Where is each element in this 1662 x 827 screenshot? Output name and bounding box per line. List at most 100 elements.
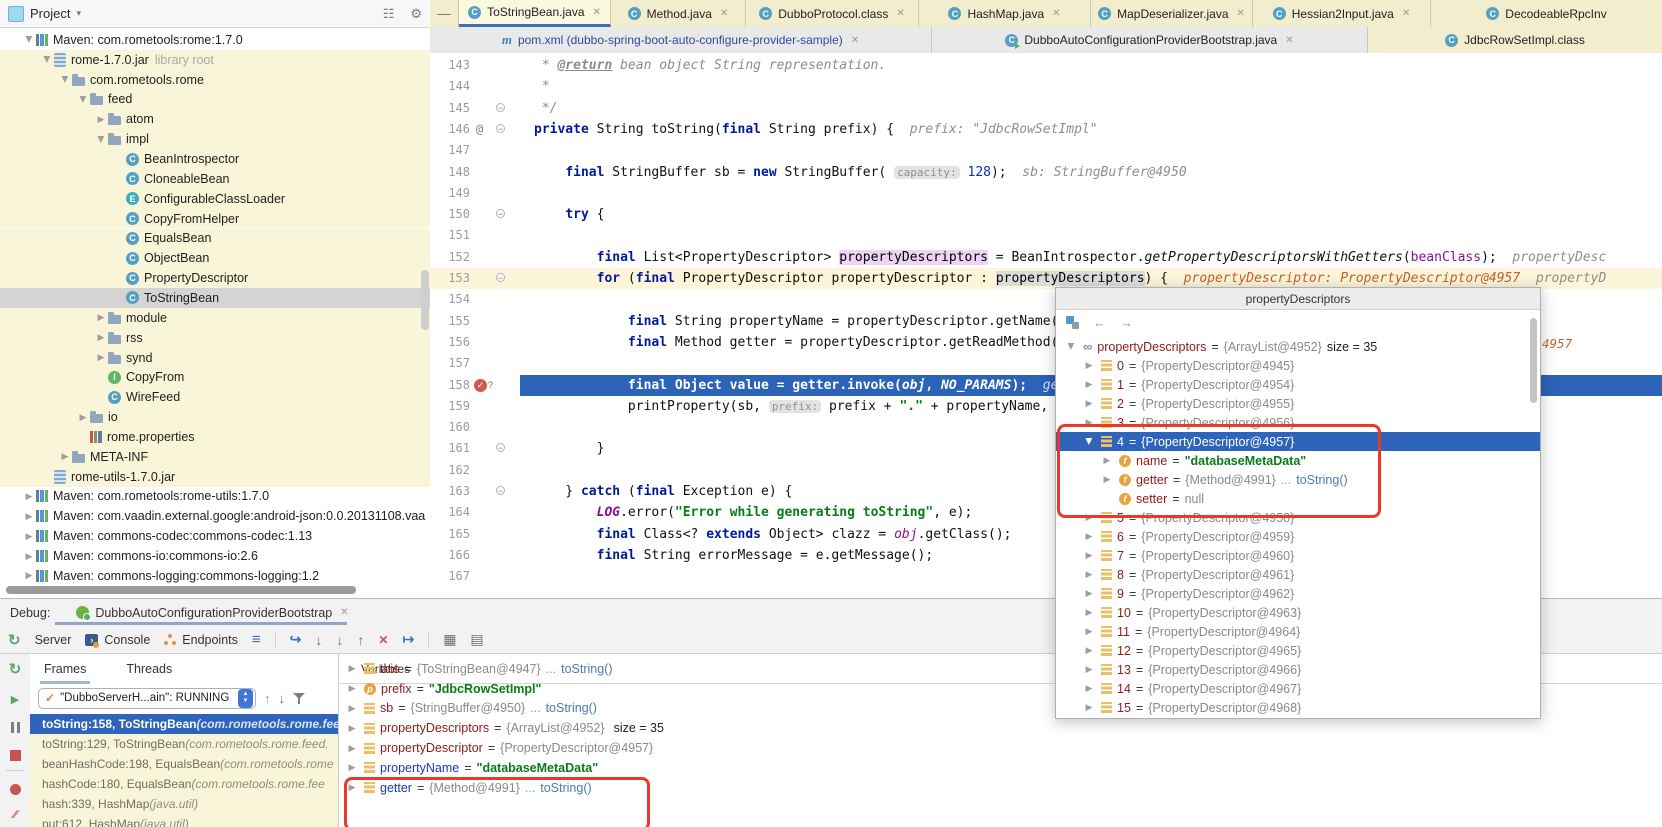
tree-item-copyfromhelper[interactable]: CCopyFromHelper (0, 209, 430, 229)
jump-to-source-icon[interactable] (1066, 316, 1079, 329)
breakpoint-icon[interactable]: ✓ (474, 379, 487, 392)
variable-row-propertydescriptor[interactable]: ▶propertyDescriptor={PropertyDescriptor@… (339, 738, 1662, 758)
popup-item-2[interactable]: ▶2={PropertyDescriptor@4955} (1056, 394, 1540, 413)
popup-child-setter[interactable]: fsetter=null (1056, 489, 1540, 508)
tree-item-maven-com-vaadin-external-google-android-json-0-0-20131108-vaa[interactable]: ▶Maven: com.vaadin.external.google:andro… (0, 506, 430, 526)
tree-item-maven-commons-codec-commons-codec-1-13[interactable]: ▶Maven: commons-codec:commons-codec:1.13 (0, 526, 430, 546)
expand-arrow-icon[interactable]: ▶ (1082, 550, 1096, 561)
tostring-link[interactable]: toString() (1296, 473, 1347, 487)
tostring-link[interactable]: toString() (561, 662, 612, 676)
chevron-down-icon[interactable]: ▾ (76, 8, 81, 19)
expand-arrow-icon[interactable]: ▶ (1082, 664, 1096, 675)
expand-arrow-icon[interactable]: ▶ (1082, 702, 1096, 713)
expand-arrow-icon[interactable]: ▶ (1082, 607, 1096, 618)
stepOver-icon[interactable]: ↪ (290, 631, 302, 648)
evaluate-icon[interactable]: ▦ (443, 631, 456, 648)
tab-dubboprotocol-class[interactable]: CDubboProtocol.class✕ (746, 0, 919, 27)
close-icon[interactable]: ✕ (851, 35, 859, 46)
tree-item-module[interactable]: ▶module (0, 308, 430, 328)
frame-row-put-612-hashmap[interactable]: put:612, HashMap (java.util) (30, 814, 338, 827)
expand-arrow-icon[interactable]: ▶ (22, 511, 36, 522)
popup-item-3[interactable]: ▶3={PropertyDescriptor@4956} (1056, 413, 1540, 432)
tab-hessian2input-java[interactable]: CHessian2Input.java✕ (1253, 0, 1431, 27)
expand-arrow-icon[interactable]: ▶ (1100, 474, 1114, 485)
fold-icon[interactable]: − (496, 209, 505, 218)
tab-decodeablerpcinv[interactable]: CDecodeableRpcInv (1431, 0, 1662, 27)
frame-row-hashcode-180-equalsbean[interactable]: hashCode:180, EqualsBean (com.rometools.… (30, 774, 338, 794)
code-line-148[interactable]: 148 final StringBuffer sb = new StringBu… (430, 162, 1662, 183)
popup-item-10[interactable]: ▶10={PropertyDescriptor@4963} (1056, 603, 1540, 622)
expand-arrow-icon[interactable]: ▶ (1082, 398, 1096, 409)
close-icon[interactable]: ✕ (340, 607, 348, 618)
expand-arrow-icon[interactable]: ▶ (1082, 645, 1096, 656)
expand-arrow-icon[interactable]: ▶ (345, 663, 359, 674)
variable-row-getter[interactable]: ▶getter={Method@4991}...toString() (339, 778, 1662, 798)
fold-icon[interactable]: − (496, 273, 505, 282)
tree-item-configurableclassloader[interactable]: EConfigurableClassLoader (0, 189, 430, 209)
project-horizontal-scrollbar[interactable] (6, 586, 356, 594)
expand-arrow-icon[interactable]: ▶ (22, 570, 36, 581)
expand-arrow-icon[interactable]: ▶ (22, 551, 36, 562)
code-line-143[interactable]: 143 * @return bean object String represe… (430, 55, 1662, 76)
debug-session-tab[interactable]: DubboAutoConfigurationProviderBootstrap … (76, 606, 348, 620)
forceStepInto-icon[interactable]: ↓ (336, 632, 343, 648)
tree-item-io[interactable]: ▶io (0, 407, 430, 427)
layout-icon[interactable]: ▤ (470, 631, 483, 648)
expand-arrow-icon[interactable]: ▶ (1082, 417, 1096, 428)
collapse-arrow-icon[interactable]: ▶ (24, 33, 35, 47)
tree-item-feed[interactable]: ▶feed (0, 90, 430, 110)
popup-child-name[interactable]: ▶fname="databaseMetaData" (1056, 451, 1540, 470)
thread-dropdown[interactable]: ✓ "DubboServerH...ain": RUNNING ▲▼ (38, 688, 256, 709)
variable-row-propertydescriptors[interactable]: ▶propertyDescriptors={ArrayList@4952}siz… (339, 718, 1662, 738)
frame-row-beanhashcode-198-equalsbean[interactable]: beanHashCode:198, EqualsBean (com.rometo… (30, 754, 338, 774)
tree-item-meta-inf[interactable]: ▶META-INF (0, 447, 430, 467)
frame-row-hash-339-hashmap[interactable]: hash:339, HashMap (java.util) (30, 794, 338, 814)
expand-arrow-icon[interactable]: ▶ (345, 782, 359, 793)
close-icon[interactable]: ✕ (1402, 8, 1410, 19)
tree-item-synd[interactable]: ▶synd (0, 348, 430, 368)
popup-item-0[interactable]: ▶0={PropertyDescriptor@4945} (1056, 356, 1540, 375)
tab-tostringbean-java[interactable]: CToStringBean.java✕ (459, 0, 611, 27)
tree-item-impl[interactable]: ▶impl (0, 129, 430, 149)
tree-item-rome-properties[interactable]: rome.properties (0, 427, 430, 447)
strip-rerun-button[interactable]: ↻ (0, 660, 30, 678)
expand-arrow-icon[interactable]: ▶ (345, 703, 359, 714)
hide-tabs-button[interactable]: — (430, 0, 459, 27)
tree-item-rome-1-7-0-jar[interactable]: ▶rome-1.7.0.jarlibrary root (0, 50, 430, 70)
code-line-144[interactable]: 144 * (430, 76, 1662, 97)
expand-arrow-icon[interactable]: ▶ (94, 312, 108, 323)
expand-arrow-icon[interactable]: ▶ (1082, 683, 1096, 694)
tree-item-propertydescriptor[interactable]: CPropertyDescriptor (0, 268, 430, 288)
tree-item-atom[interactable]: ▶atom (0, 109, 430, 129)
popup-item-12[interactable]: ▶12={PropertyDescriptor@4965} (1056, 641, 1540, 660)
expand-arrow-icon[interactable]: ▶ (94, 114, 108, 125)
expand-arrow-icon[interactable]: ▶ (58, 451, 72, 462)
dropdown-stepper-icon[interactable]: ▲▼ (238, 689, 253, 708)
tab-threads[interactable]: Threads (126, 662, 172, 676)
strip-resume-button[interactable]: ▶ (0, 690, 30, 708)
expand-arrow-icon[interactable]: ▶ (345, 762, 359, 773)
expand-arrow-icon[interactable]: ▶ (1082, 531, 1096, 542)
frame-row-tostring-129-tostringbean[interactable]: toString:129, ToStringBean (com.rometool… (30, 734, 338, 754)
stepInto-icon[interactable]: ↓ (315, 632, 322, 648)
tab-frames[interactable]: Frames (44, 662, 86, 676)
expand-arrow-icon[interactable]: ▶ (1082, 626, 1096, 637)
gear-icon[interactable]: ⚙ (410, 6, 422, 22)
popup-item-14[interactable]: ▶14={PropertyDescriptor@4967} (1056, 679, 1540, 698)
rerun-icon[interactable]: ↻ (8, 631, 21, 649)
tree-item-beanintrospector[interactable]: CBeanIntrospector (0, 149, 430, 169)
strip-pause-button[interactable] (0, 718, 30, 736)
strip-mute-button[interactable]: ∕∕ (0, 806, 30, 824)
tree-item-copyfrom[interactable]: ICopyFrom (0, 367, 430, 387)
expand-arrow-icon[interactable]: ▶ (1100, 455, 1114, 466)
tree-item-wirefeed[interactable]: CWireFeed (0, 387, 430, 407)
collapse-arrow-icon[interactable]: ▶ (96, 132, 107, 146)
dropFrame-icon[interactable]: ✕ (378, 633, 388, 647)
expand-arrow-icon[interactable]: ▶ (1082, 379, 1096, 390)
expand-arrow-icon[interactable]: ▶ (76, 412, 90, 423)
collapse-arrow-icon[interactable]: ▶ (1066, 340, 1077, 354)
fold-icon[interactable]: − (496, 124, 505, 133)
popup-root-row[interactable]: ▶∞propertyDescriptors={ArrayList@4952}si… (1056, 337, 1540, 356)
collapse-arrow-icon[interactable]: ▶ (42, 53, 53, 67)
frame-row-tostring-158-tostringbean[interactable]: toString:158, ToStringBean (com.rometool… (30, 714, 338, 734)
